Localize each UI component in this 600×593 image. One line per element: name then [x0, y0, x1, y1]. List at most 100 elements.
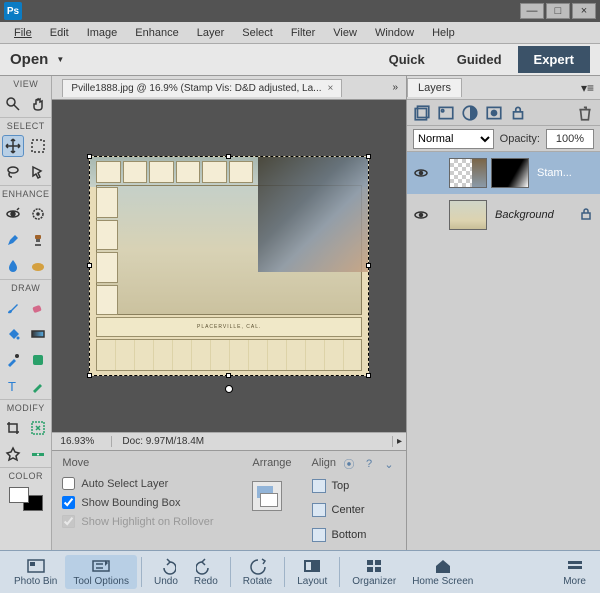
open-button[interactable]: Open — [10, 51, 48, 68]
menu-window[interactable]: Window — [367, 25, 422, 41]
transform-handle[interactable] — [87, 154, 92, 159]
content-aware-tool[interactable] — [2, 443, 24, 465]
layout-button[interactable]: Layout — [289, 557, 335, 587]
color-swatch[interactable] — [9, 487, 43, 511]
transform-handle[interactable] — [226, 373, 231, 378]
layer-name[interactable]: Background — [491, 209, 574, 221]
arrange-button[interactable] — [252, 481, 282, 511]
document-tab-title: Pville1888.jpg @ 16.9% (Stamp Vis: D&D a… — [71, 83, 321, 94]
rotate-handle[interactable] — [225, 385, 233, 393]
new-group-icon[interactable] — [437, 104, 455, 122]
gradient-tool[interactable] — [27, 323, 49, 345]
type-tool[interactable]: T — [2, 375, 24, 397]
quick-select-tool[interactable] — [27, 161, 49, 183]
more-button[interactable]: More — [555, 557, 594, 587]
menu-file[interactable]: File — [6, 25, 40, 41]
menu-edit[interactable]: Edit — [42, 25, 77, 41]
eyedropper-tool[interactable] — [2, 349, 24, 371]
bounding-box-checkbox[interactable]: Show Bounding Box — [62, 496, 232, 509]
paint-bucket-tool[interactable] — [2, 323, 24, 345]
new-layer-icon[interactable] — [413, 104, 431, 122]
clone-stamp-tool[interactable] — [27, 229, 49, 251]
crop-tool[interactable] — [2, 417, 24, 439]
tab-overflow-icon[interactable]: » — [384, 82, 406, 93]
align-center-button[interactable] — [312, 503, 326, 517]
opacity-input[interactable]: 100% — [546, 129, 594, 149]
menu-help[interactable]: Help — [424, 25, 463, 41]
mode-guided[interactable]: Guided — [441, 46, 518, 73]
menu-filter[interactable]: Filter — [283, 25, 323, 41]
foreground-color[interactable] — [9, 487, 29, 503]
distribute-icon[interactable]: ⦿ — [342, 457, 356, 471]
organizer-button[interactable]: Organizer — [344, 557, 404, 587]
zoom-level[interactable]: 16.93% — [52, 436, 112, 447]
window-maximize-button[interactable]: □ — [546, 3, 570, 19]
photo-bin-button[interactable]: Photo Bin — [6, 557, 65, 587]
visibility-icon[interactable] — [413, 165, 429, 181]
brush-tool[interactable] — [2, 297, 24, 319]
collapse-icon[interactable]: ⌄ — [382, 457, 396, 471]
layers-panel-tab[interactable]: Layers — [407, 78, 462, 97]
eraser-tool[interactable] — [27, 297, 49, 319]
menu-image[interactable]: Image — [79, 25, 126, 41]
layer-name[interactable]: Stam... — [533, 167, 594, 179]
hand-tool[interactable] — [27, 93, 49, 115]
straighten-tool[interactable] — [27, 443, 49, 465]
panel-menu-icon[interactable]: ▾≡ — [581, 81, 600, 95]
layer-row[interactable]: Stam... — [407, 152, 600, 194]
blur-tool[interactable] — [2, 255, 24, 277]
menu-select[interactable]: Select — [234, 25, 281, 41]
tool-options-button[interactable]: Tool Options — [65, 555, 137, 589]
visibility-icon[interactable] — [413, 207, 429, 223]
redeye-tool[interactable] — [2, 203, 24, 225]
pencil-tool[interactable] — [27, 375, 49, 397]
transform-handle[interactable] — [226, 154, 231, 159]
transform-handle[interactable] — [87, 263, 92, 268]
transform-handle[interactable] — [87, 373, 92, 378]
menu-view[interactable]: View — [325, 25, 365, 41]
spot-heal-tool[interactable] — [27, 203, 49, 225]
close-tab-icon[interactable]: × — [328, 83, 334, 94]
align-top-button[interactable] — [312, 479, 326, 493]
home-screen-button[interactable]: Home Screen — [404, 557, 481, 587]
toolbox-section-enhance: ENHANCE — [0, 185, 51, 201]
toolbox-section-view: VIEW — [0, 76, 51, 91]
recompose-tool[interactable] — [27, 417, 49, 439]
canvas-area[interactable]: PLACERVILLE, CAL. — [52, 100, 406, 432]
window-close-button[interactable]: × — [572, 3, 596, 19]
transform-handle[interactable] — [366, 373, 371, 378]
layer-thumbnail[interactable] — [449, 200, 487, 230]
mode-quick[interactable]: Quick — [373, 46, 441, 73]
rotate-button[interactable]: Rotate — [235, 557, 280, 587]
transform-handle[interactable] — [366, 263, 371, 268]
smart-brush-tool[interactable] — [2, 229, 24, 251]
redo-button[interactable]: Redo — [186, 557, 226, 587]
menu-enhance[interactable]: Enhance — [127, 25, 186, 41]
open-dropdown-icon[interactable]: ▼ — [56, 55, 64, 64]
canvas[interactable]: PLACERVILLE, CAL. — [89, 156, 369, 376]
delete-layer-icon[interactable] — [576, 104, 594, 122]
auto-select-checkbox[interactable]: Auto Select Layer — [62, 477, 232, 490]
help-icon[interactable]: ? — [362, 457, 376, 471]
sponge-tool[interactable] — [27, 255, 49, 277]
mode-expert[interactable]: Expert — [518, 46, 590, 73]
marquee-tool[interactable] — [27, 135, 49, 157]
document-tab[interactable]: Pville1888.jpg @ 16.9% (Stamp Vis: D&D a… — [62, 79, 342, 97]
zoom-tool[interactable] — [2, 93, 24, 115]
adjustment-layer-icon[interactable] — [461, 104, 479, 122]
layer-mask-thumbnail[interactable] — [491, 158, 529, 188]
scroll-right-icon[interactable]: ▸ — [392, 436, 406, 447]
window-minimize-button[interactable]: — — [520, 3, 544, 19]
lock-layer-icon[interactable] — [509, 104, 527, 122]
undo-button[interactable]: Undo — [146, 557, 186, 587]
move-tool[interactable] — [2, 135, 24, 157]
lasso-tool[interactable] — [2, 161, 24, 183]
layer-thumbnail[interactable] — [449, 158, 487, 188]
menu-layer[interactable]: Layer — [189, 25, 233, 41]
layer-mask-icon[interactable] — [485, 104, 503, 122]
transform-handle[interactable] — [366, 154, 371, 159]
shape-tool[interactable] — [27, 349, 49, 371]
blend-mode-select[interactable]: Normal — [413, 129, 494, 149]
layer-row[interactable]: Background — [407, 194, 600, 236]
align-bottom-button[interactable] — [312, 528, 326, 542]
